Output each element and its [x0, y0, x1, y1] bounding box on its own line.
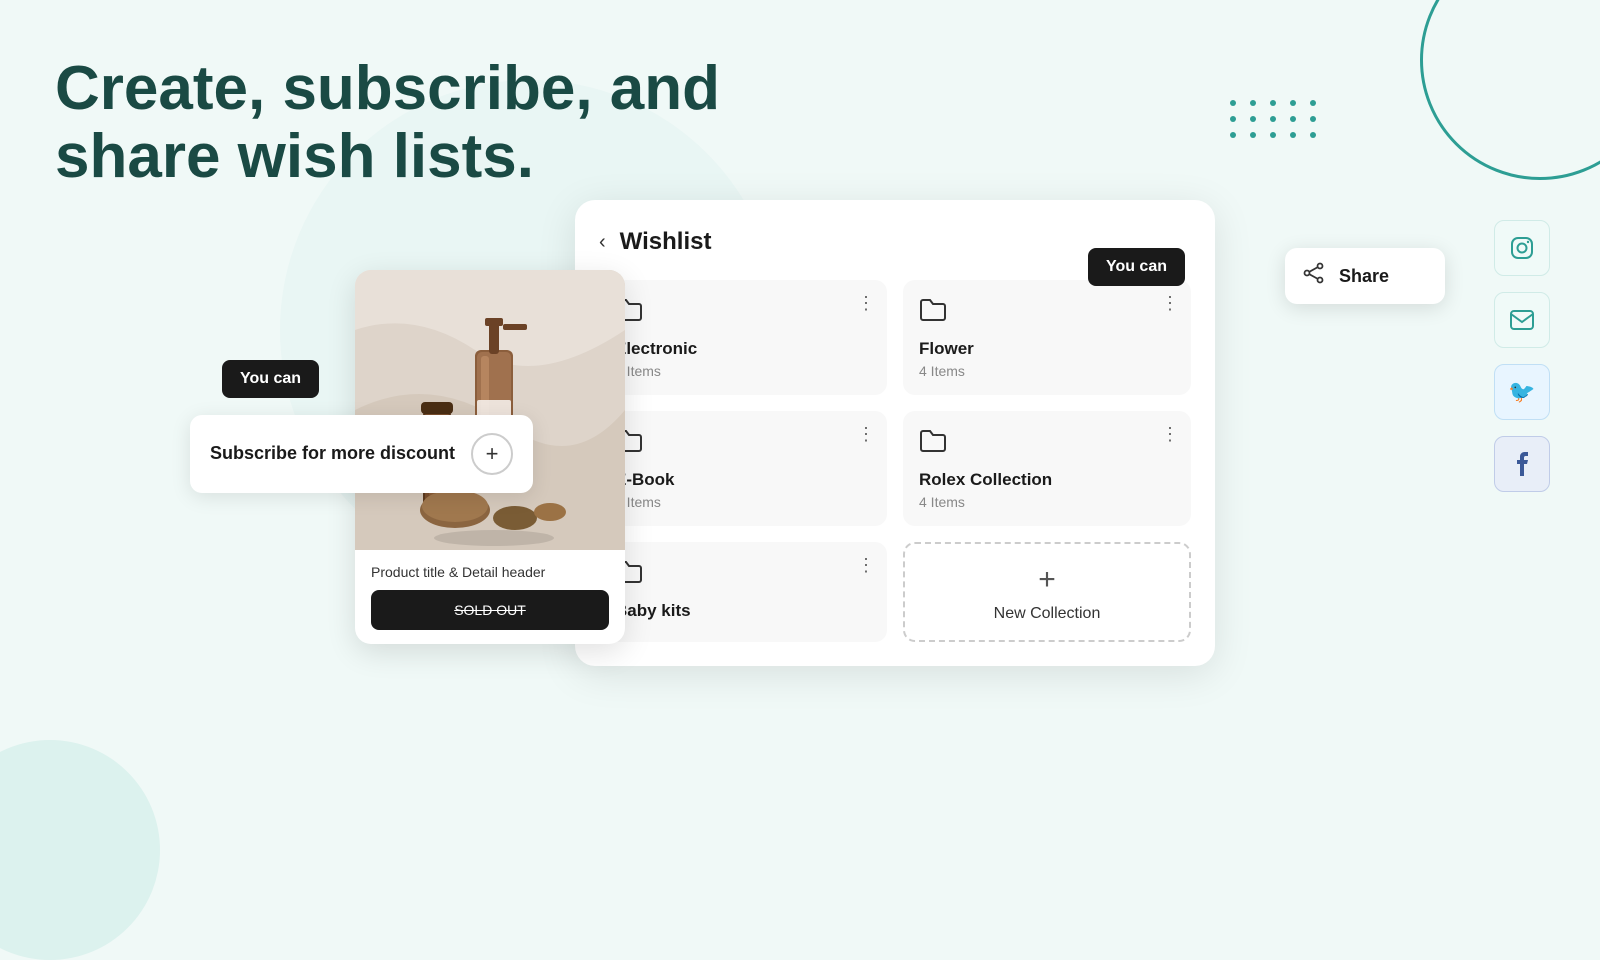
subscribe-plus-button[interactable]: +	[471, 433, 513, 475]
subscribe-tooltip: Subscribe for more discount +	[190, 415, 533, 493]
bg-circle-top-right	[1420, 0, 1600, 180]
folder-icon-baby	[615, 560, 871, 591]
email-icon	[1509, 309, 1535, 331]
share-dropdown: Share	[1285, 248, 1445, 304]
flower-name: Flower	[919, 339, 1175, 359]
folder-icon	[615, 298, 871, 329]
hero-title: Create, subscribe, and share wish lists.	[55, 55, 815, 191]
folder-icon-flower	[919, 298, 1175, 329]
back-button[interactable]: ‹	[599, 231, 606, 254]
more-button-rolex[interactable]: ⋮	[1161, 425, 1179, 443]
wishlist-item-rolex[interactable]: ⋮ Rolex Collection 4 Items	[903, 411, 1191, 526]
more-button-baby[interactable]: ⋮	[857, 556, 875, 574]
rolex-name: Rolex Collection	[919, 470, 1175, 490]
new-collection-plus: +	[1038, 563, 1056, 597]
wishlist-title: Wishlist	[620, 228, 712, 256]
baby-kits-name: Baby kits	[615, 601, 871, 621]
sold-out-button[interactable]: SOLD OUT	[371, 590, 609, 630]
dot-grid	[1230, 100, 1320, 138]
more-button-flower[interactable]: ⋮	[1161, 294, 1179, 312]
ebook-name: E-Book	[615, 470, 871, 490]
twitter-button[interactable]: 🐦	[1494, 364, 1550, 420]
you-can-label-left: You can	[240, 370, 301, 387]
subscribe-text: Subscribe for more discount	[210, 442, 455, 465]
more-button-electronic[interactable]: ⋮	[857, 294, 875, 312]
facebook-icon	[1515, 451, 1529, 477]
you-can-badge-right: You can	[1088, 248, 1185, 286]
product-card-image	[355, 270, 625, 550]
social-icons-panel: 🐦	[1494, 220, 1550, 492]
wishlist-item-new-collection[interactable]: + New Collection	[903, 542, 1191, 642]
rolex-count: 4 Items	[919, 494, 1175, 510]
new-collection-label: New Collection	[994, 605, 1101, 623]
email-button[interactable]	[1494, 292, 1550, 348]
wishlist-item-electronic[interactable]: ⋮ Electronic 4 Items	[599, 280, 887, 395]
product-title: Product title & Detail header	[371, 564, 609, 580]
wishlist-item-baby-kits[interactable]: ⋮ Baby kits	[599, 542, 887, 642]
wishlist-item-flower[interactable]: ⋮ Flower 4 Items	[903, 280, 1191, 395]
flower-count: 4 Items	[919, 363, 1175, 379]
instagram-icon	[1509, 235, 1535, 261]
electronic-count: 4 Items	[615, 363, 871, 379]
ebook-count: 4 Items	[615, 494, 871, 510]
wishlist-item-ebook[interactable]: ⋮ E-Book 4 Items	[599, 411, 887, 526]
bg-circle-bottom-left	[0, 740, 160, 960]
wishlist-grid: ⋮ Electronic 4 Items ⋮ Flower 4 Items ⋮	[599, 280, 1191, 642]
instagram-button[interactable]	[1494, 220, 1550, 276]
more-button-ebook[interactable]: ⋮	[857, 425, 875, 443]
electronic-name: Electronic	[615, 339, 871, 359]
you-can-badge-left: You can	[222, 360, 319, 398]
folder-icon-ebook	[615, 429, 871, 460]
hero-section: Create, subscribe, and share wish lists.	[55, 55, 815, 191]
folder-icon-rolex	[919, 429, 1175, 460]
you-can-label-right: You can	[1106, 258, 1167, 275]
product-card-info: Product title & Detail header SOLD OUT	[355, 550, 625, 644]
share-label: Share	[1339, 266, 1389, 287]
share-icon	[1303, 262, 1325, 290]
product-image-svg	[355, 270, 625, 550]
facebook-button[interactable]	[1494, 436, 1550, 492]
